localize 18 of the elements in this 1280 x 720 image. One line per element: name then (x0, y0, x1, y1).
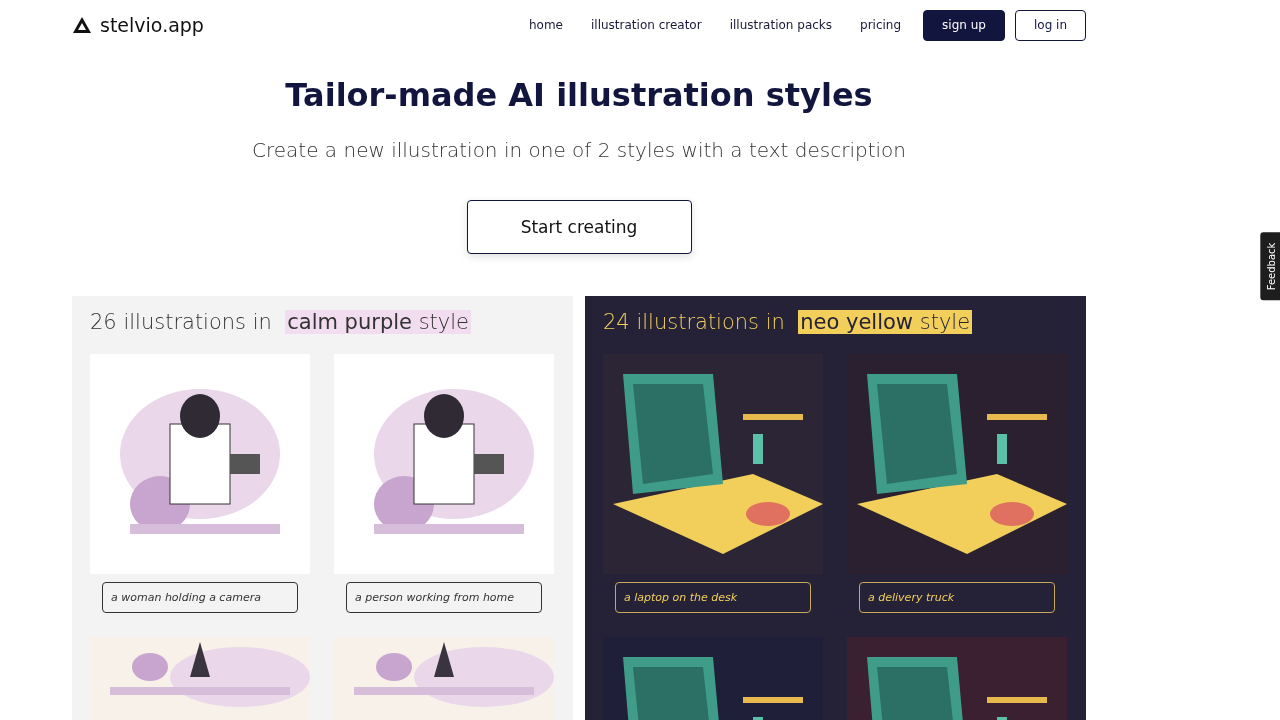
nav-link[interactable]: home (516, 18, 575, 32)
panel-heading: 24 illustrations in neo yellow style (603, 310, 973, 334)
prompt-caption: a delivery truck (859, 582, 1055, 613)
logo-icon (72, 16, 92, 34)
hero-subtitle: Create a new illustration in one of 2 styles with a text description (252, 138, 906, 162)
prompt-caption: a laptop on the desk (615, 582, 811, 613)
sign-up-button[interactable]: sign up (923, 9, 1005, 41)
start-creating-button[interactable]: Start creating (466, 200, 692, 254)
log-in-button[interactable]: log in (1014, 9, 1086, 41)
panel-heading: 26 illustrations in calm purple style (90, 310, 472, 334)
prompt-caption: a woman holding a camera (102, 582, 298, 613)
nav-link[interactable]: illustration packs (717, 18, 845, 32)
nav-link[interactable]: illustration creator (579, 18, 714, 32)
brand-name[interactable]: stelvio.app (100, 14, 204, 36)
nav-link[interactable]: pricing (848, 18, 914, 32)
prompt-caption: a person working from home (346, 582, 542, 613)
feedback-tab[interactable]: Feedback (1260, 232, 1280, 301)
hero-title: Tailor-made AI illustration styles (285, 76, 873, 114)
